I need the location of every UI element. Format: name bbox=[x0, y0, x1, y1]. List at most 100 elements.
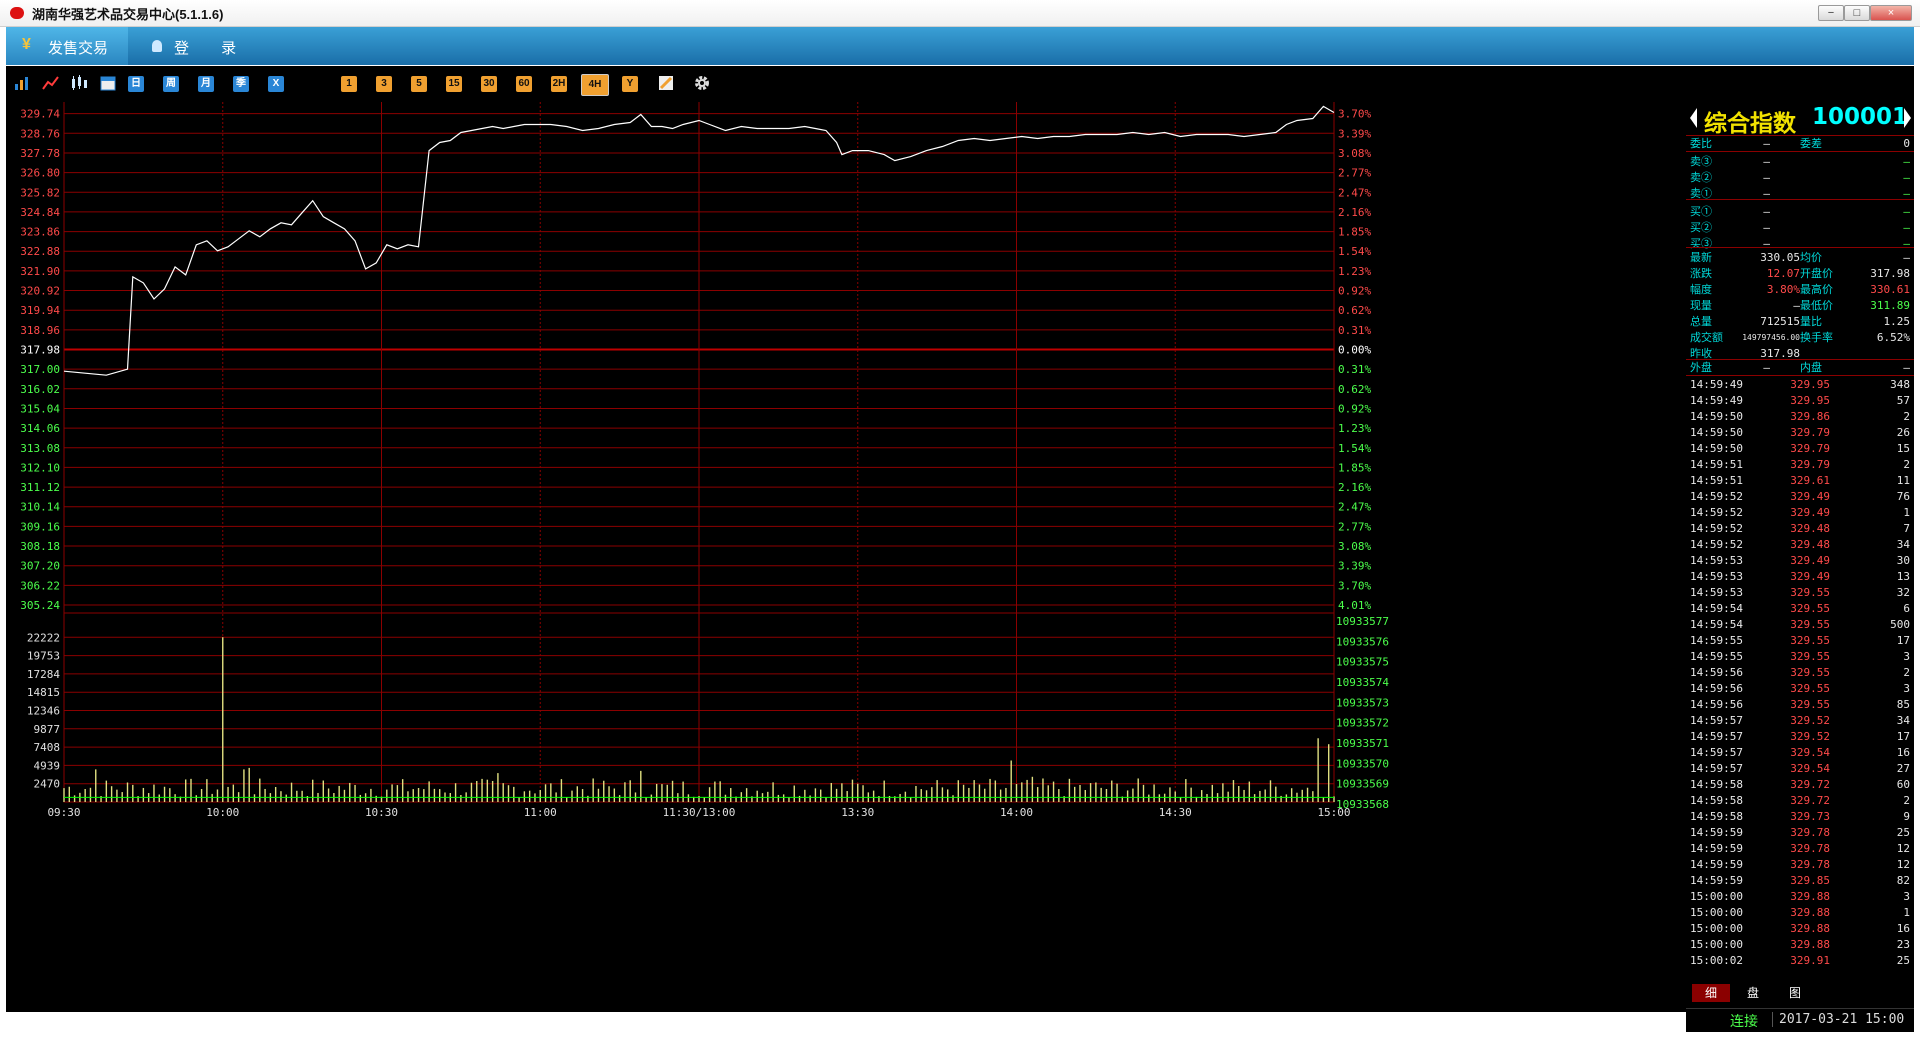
tick-row: 14:59:49 329.95 348 bbox=[1690, 377, 1910, 392]
price-tick-label: 317.00 bbox=[20, 363, 60, 376]
nav-sale-label: 发售交易 bbox=[48, 40, 109, 57]
hour-2-button[interactable]: 2H bbox=[551, 76, 567, 92]
tick-row: 14:59:52 329.49 1 bbox=[1690, 505, 1910, 520]
volume-right-label: 10933568 bbox=[1336, 798, 1389, 811]
candle-chart-icon[interactable] bbox=[70, 74, 88, 92]
panel-divider bbox=[1686, 375, 1914, 376]
tick-time: 15:00:00 bbox=[1690, 938, 1743, 951]
price-tick-label: 313.08 bbox=[20, 442, 60, 455]
period-day-button[interactable]: 日 bbox=[128, 76, 144, 92]
tick-row: 14:59:54 329.55 6 bbox=[1690, 601, 1910, 616]
tick-time: 14:59:59 bbox=[1690, 826, 1743, 839]
tick-row: 14:59:52 329.48 34 bbox=[1690, 537, 1910, 552]
gear-icon[interactable] bbox=[693, 74, 711, 92]
tab-detail[interactable]: 细 bbox=[1692, 984, 1730, 1002]
tick-time: 14:59:52 bbox=[1690, 506, 1743, 519]
tick-price: 329.54 bbox=[1790, 746, 1830, 759]
period-month-button[interactable]: 月 bbox=[198, 76, 214, 92]
bar-chart-icon[interactable] bbox=[14, 75, 30, 91]
tick-row: 14:59:56 329.55 3 bbox=[1690, 681, 1910, 696]
status-datetime: 2017-03-21 15:00 bbox=[1772, 1012, 1904, 1027]
next-symbol-icon[interactable] bbox=[1904, 108, 1911, 128]
percent-tick-label: 2.77% bbox=[1338, 167, 1371, 180]
tick-volume: 15 bbox=[1896, 442, 1910, 455]
percent-tick-label: 3.70% bbox=[1338, 108, 1371, 121]
tick-row: 14:59:56 329.55 2 bbox=[1690, 665, 1910, 680]
tick-volume: 500 bbox=[1890, 618, 1910, 631]
minute-1-button[interactable]: 1 bbox=[341, 76, 357, 92]
volume-right-label: 10933570 bbox=[1336, 757, 1389, 770]
ask-row: 卖③ — — bbox=[1690, 154, 1910, 169]
tab-depth[interactable]: 盘 bbox=[1734, 984, 1772, 1002]
price-tick-label: 318.96 bbox=[20, 324, 60, 337]
minute-60-button[interactable]: 60 bbox=[516, 76, 532, 92]
panel-tabs: 细 盘 图 bbox=[1686, 982, 1914, 1002]
tick-time: 14:59:55 bbox=[1690, 650, 1743, 663]
percent-tick-label: 2.47% bbox=[1338, 186, 1371, 199]
connection-status: 连接 bbox=[1730, 1014, 1758, 1030]
tick-row: 14:59:54 329.55 500 bbox=[1690, 617, 1910, 632]
quote-header: 综合指数 100001 bbox=[1686, 102, 1914, 137]
volume-right-label: 10933576 bbox=[1336, 635, 1389, 648]
period-season-button[interactable]: 季 bbox=[233, 76, 249, 92]
tick-price: 329.55 bbox=[1790, 602, 1830, 615]
price-tick-label: 327.78 bbox=[20, 147, 60, 160]
minute-5-button[interactable]: 5 bbox=[411, 76, 427, 92]
tab-graph[interactable]: 图 bbox=[1776, 984, 1814, 1002]
tick-time: 14:59:59 bbox=[1690, 858, 1743, 871]
chart-svg: 330.724.01%329.743.70%328.763.39%327.783… bbox=[20, 102, 1389, 819]
period-x-button[interactable]: X bbox=[268, 76, 284, 92]
minimize-button[interactable]: − bbox=[1818, 5, 1844, 21]
tick-row: 14:59:57 329.52 34 bbox=[1690, 713, 1910, 728]
volume-tick-label: 17284 bbox=[27, 668, 60, 681]
user-icon bbox=[152, 40, 162, 52]
price-tick-label: 306.22 bbox=[20, 579, 60, 592]
calendar-icon[interactable] bbox=[100, 75, 116, 91]
tick-row: 14:59:51 329.79 2 bbox=[1690, 457, 1910, 472]
tick-time: 14:59:52 bbox=[1690, 522, 1743, 535]
panel-divider bbox=[1686, 199, 1914, 200]
tick-row: 14:59:50 329.86 2 bbox=[1690, 409, 1910, 424]
minute-30-button[interactable]: 30 bbox=[481, 76, 497, 92]
stat-label-2: 换手率 bbox=[1800, 331, 1833, 344]
prev-symbol-icon[interactable] bbox=[1690, 108, 1697, 128]
period-week-button[interactable]: 周 bbox=[163, 76, 179, 92]
tick-price: 329.52 bbox=[1790, 730, 1830, 743]
close-button[interactable]: × bbox=[1870, 5, 1912, 21]
time-tick-label: 13:30 bbox=[841, 806, 874, 819]
maximize-button[interactable]: □ bbox=[1844, 5, 1870, 21]
tick-price: 329.55 bbox=[1790, 682, 1830, 695]
stat-label: 涨跌 bbox=[1690, 267, 1712, 280]
percent-tick-label: 2.47% bbox=[1338, 501, 1371, 514]
minute-3-button[interactable]: 3 bbox=[376, 76, 392, 92]
tick-row: 15:00:02 329.91 25 bbox=[1690, 953, 1910, 968]
outer-inner-row: 外盘 — 内盘 — bbox=[1690, 360, 1910, 375]
tick-price: 329.78 bbox=[1790, 842, 1830, 855]
weicha-label: 委差 bbox=[1800, 137, 1822, 150]
year-button[interactable]: Y bbox=[622, 76, 638, 92]
tick-time: 14:59:54 bbox=[1690, 602, 1743, 615]
minute-15-button[interactable]: 15 bbox=[446, 76, 462, 92]
tick-row: 14:59:52 329.48 7 bbox=[1690, 521, 1910, 536]
tick-time: 15:00:02 bbox=[1690, 954, 1743, 967]
hour-4-button[interactable]: 4H bbox=[581, 74, 609, 96]
line-chart-icon[interactable] bbox=[42, 75, 60, 91]
nav-sale-trade-tab[interactable]: ¥ 发售交易 bbox=[6, 27, 128, 65]
percent-tick-label: 3.39% bbox=[1338, 560, 1371, 573]
volume-right-label: 10933573 bbox=[1336, 696, 1389, 709]
intraday-chart[interactable]: 330.724.01%329.743.70%328.763.39%327.783… bbox=[6, 102, 1686, 1012]
tick-volume: 17 bbox=[1896, 730, 1910, 743]
stat-label: 最新 bbox=[1690, 251, 1712, 264]
tick-volume: 25 bbox=[1896, 826, 1910, 839]
volume-tick-label: 19753 bbox=[27, 650, 60, 663]
ask-price: — bbox=[1763, 155, 1770, 168]
stat-label-2: 最高价 bbox=[1800, 283, 1833, 296]
tick-price: 329.55 bbox=[1790, 666, 1830, 679]
pencil-icon[interactable] bbox=[658, 75, 674, 91]
tick-price: 329.79 bbox=[1790, 426, 1830, 439]
weibi-value: — bbox=[1763, 137, 1770, 150]
weibi-label: 委比 bbox=[1690, 137, 1712, 150]
tick-price: 329.88 bbox=[1790, 922, 1830, 935]
ask-row: 卖② — — bbox=[1690, 170, 1910, 185]
tick-time: 14:59:59 bbox=[1690, 874, 1743, 887]
